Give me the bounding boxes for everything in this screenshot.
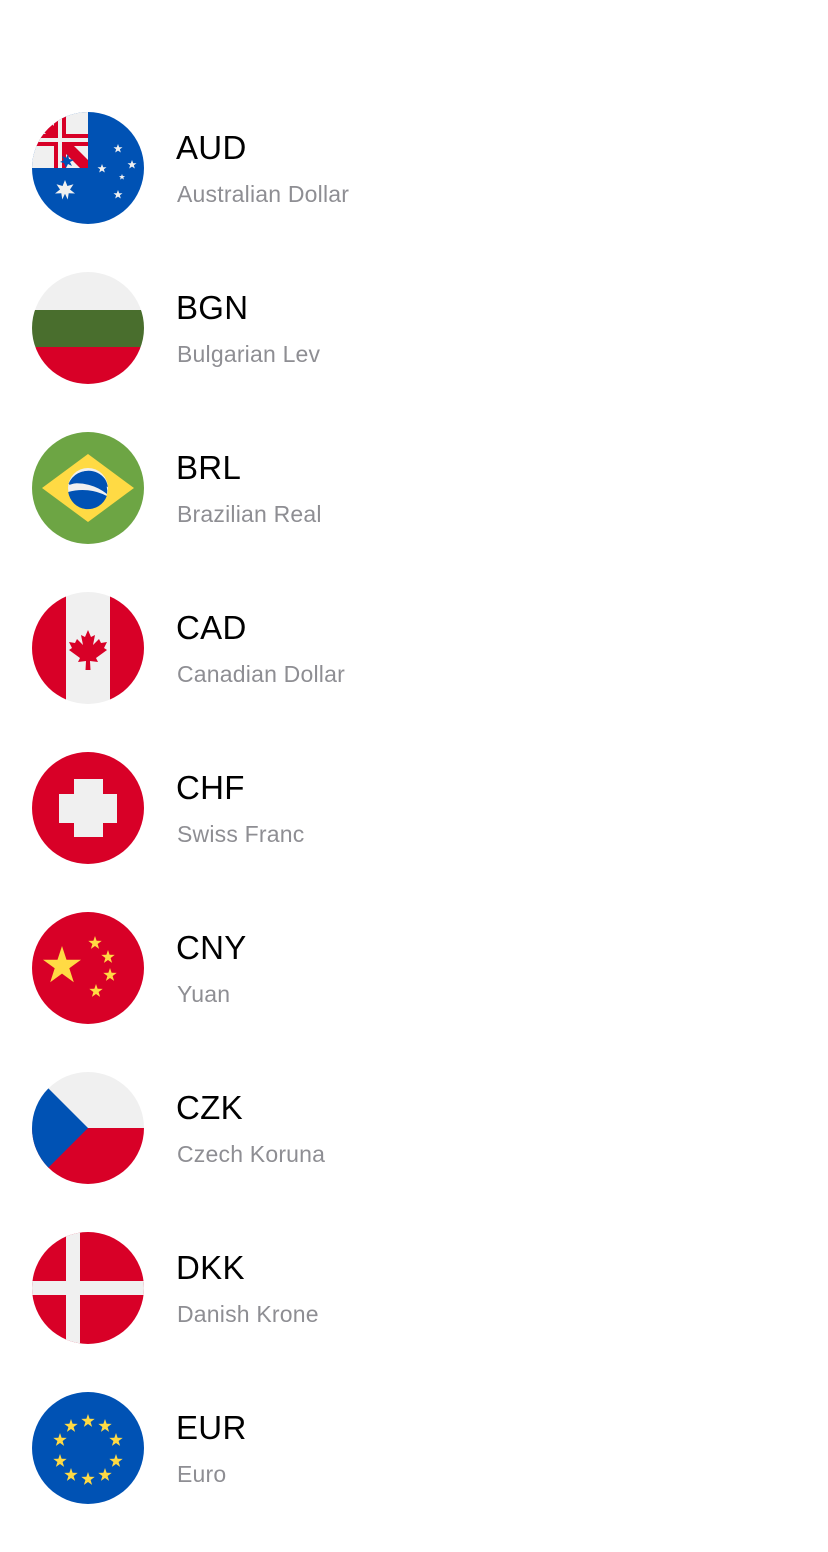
- currency-code: BGN: [176, 289, 249, 326]
- currency-row-dkk[interactable]: DKK Danish Krone: [0, 1232, 828, 1392]
- european-union-flag-icon: [32, 1392, 144, 1504]
- currency-row-cny[interactable]: CNY Yuan: [0, 912, 828, 1072]
- currency-name: Euro: [177, 1461, 227, 1487]
- currency-row-chf[interactable]: CHF Swiss Franc: [0, 752, 828, 912]
- currency-name: Brazilian Real: [177, 501, 322, 527]
- currency-name: Danish Krone: [177, 1301, 319, 1327]
- switzerland-flag-icon: [32, 752, 144, 864]
- currency-list: AUD Australian Dollar BGN Bulgarian Lev: [0, 112, 828, 1552]
- currency-code: EUR: [176, 1409, 247, 1446]
- currency-code: DKK: [176, 1249, 245, 1286]
- currency-name: Bulgarian Lev: [177, 341, 321, 367]
- currency-name: Australian Dollar: [177, 181, 350, 207]
- denmark-flag-icon: [32, 1232, 144, 1344]
- canada-flag-icon: [32, 592, 144, 704]
- currency-code: CNY: [176, 929, 247, 966]
- currency-code: CZK: [176, 1089, 243, 1126]
- currency-row-czk[interactable]: CZK Czech Koruna: [0, 1072, 828, 1232]
- currency-row-bgn[interactable]: BGN Bulgarian Lev: [0, 272, 828, 432]
- currency-row-cad[interactable]: CAD Canadian Dollar: [0, 592, 828, 752]
- currency-name: Canadian Dollar: [177, 661, 345, 687]
- currency-code: AUD: [176, 129, 247, 166]
- czech-republic-flag-icon: [32, 1072, 144, 1184]
- currency-row-brl[interactable]: BRL Brazilian Real: [0, 432, 828, 592]
- china-flag-icon: [32, 912, 144, 1024]
- currency-row-aud[interactable]: AUD Australian Dollar: [0, 112, 828, 272]
- australia-flag-icon: [32, 112, 144, 224]
- brazil-flag-icon: [32, 432, 144, 544]
- currency-code: CHF: [176, 769, 245, 806]
- currency-name: Swiss Franc: [177, 821, 305, 847]
- currency-name: Yuan: [177, 981, 231, 1007]
- bulgaria-flag-icon: [32, 272, 144, 384]
- currency-name: Czech Koruna: [177, 1141, 326, 1167]
- currency-code: CAD: [176, 609, 247, 646]
- currency-code: BRL: [176, 449, 242, 486]
- currency-row-eur[interactable]: EUR Euro: [0, 1392, 828, 1552]
